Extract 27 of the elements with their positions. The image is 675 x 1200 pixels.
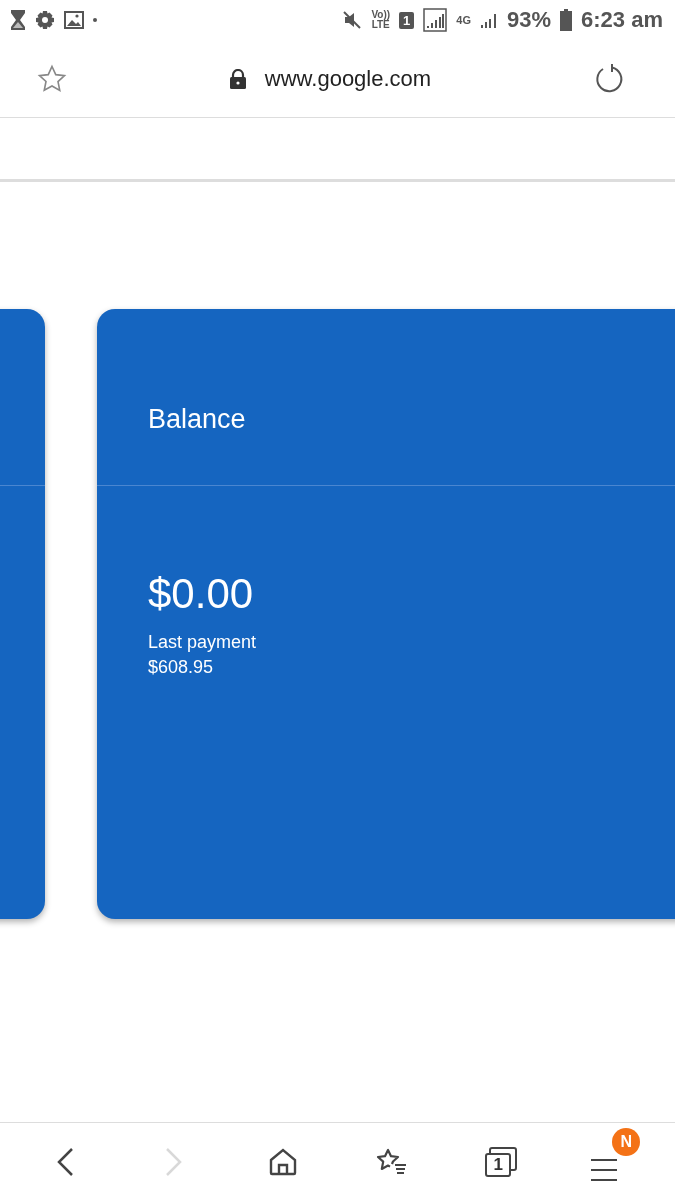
volte-label: Vo)) [371, 10, 391, 20]
signal-icon [480, 11, 498, 29]
tab-count: 1 [485, 1152, 512, 1177]
menu-icon [590, 1157, 619, 1182]
gear-icon [35, 10, 55, 30]
data-type-label: 4G [456, 14, 471, 26]
card-title: Balance [148, 404, 246, 435]
balance-amount: $0.00 [148, 570, 254, 618]
dot-icon [93, 18, 97, 22]
notification-badge: N [612, 1127, 641, 1156]
url-text[interactable]: www.google.com [264, 65, 432, 92]
mute-icon [342, 10, 363, 30]
sim-indicator: 1 [399, 11, 415, 29]
star-icon[interactable] [37, 63, 67, 94]
last-payment-label: Last payment [148, 631, 257, 654]
star-list-icon [376, 1146, 409, 1177]
home-icon [267, 1146, 298, 1177]
image-icon [64, 11, 84, 29]
lte-label: LTE [371, 20, 390, 30]
lock-icon [228, 68, 247, 89]
signal-icon [423, 8, 448, 32]
last-payment-amount: $608.95 [148, 656, 214, 679]
battery-percent: 93% [507, 7, 552, 33]
hourglass-icon [10, 9, 26, 31]
tabs-button[interactable]: 1 [461, 1131, 542, 1192]
clock: 6:23 am [581, 7, 663, 33]
battery-icon [560, 9, 573, 31]
